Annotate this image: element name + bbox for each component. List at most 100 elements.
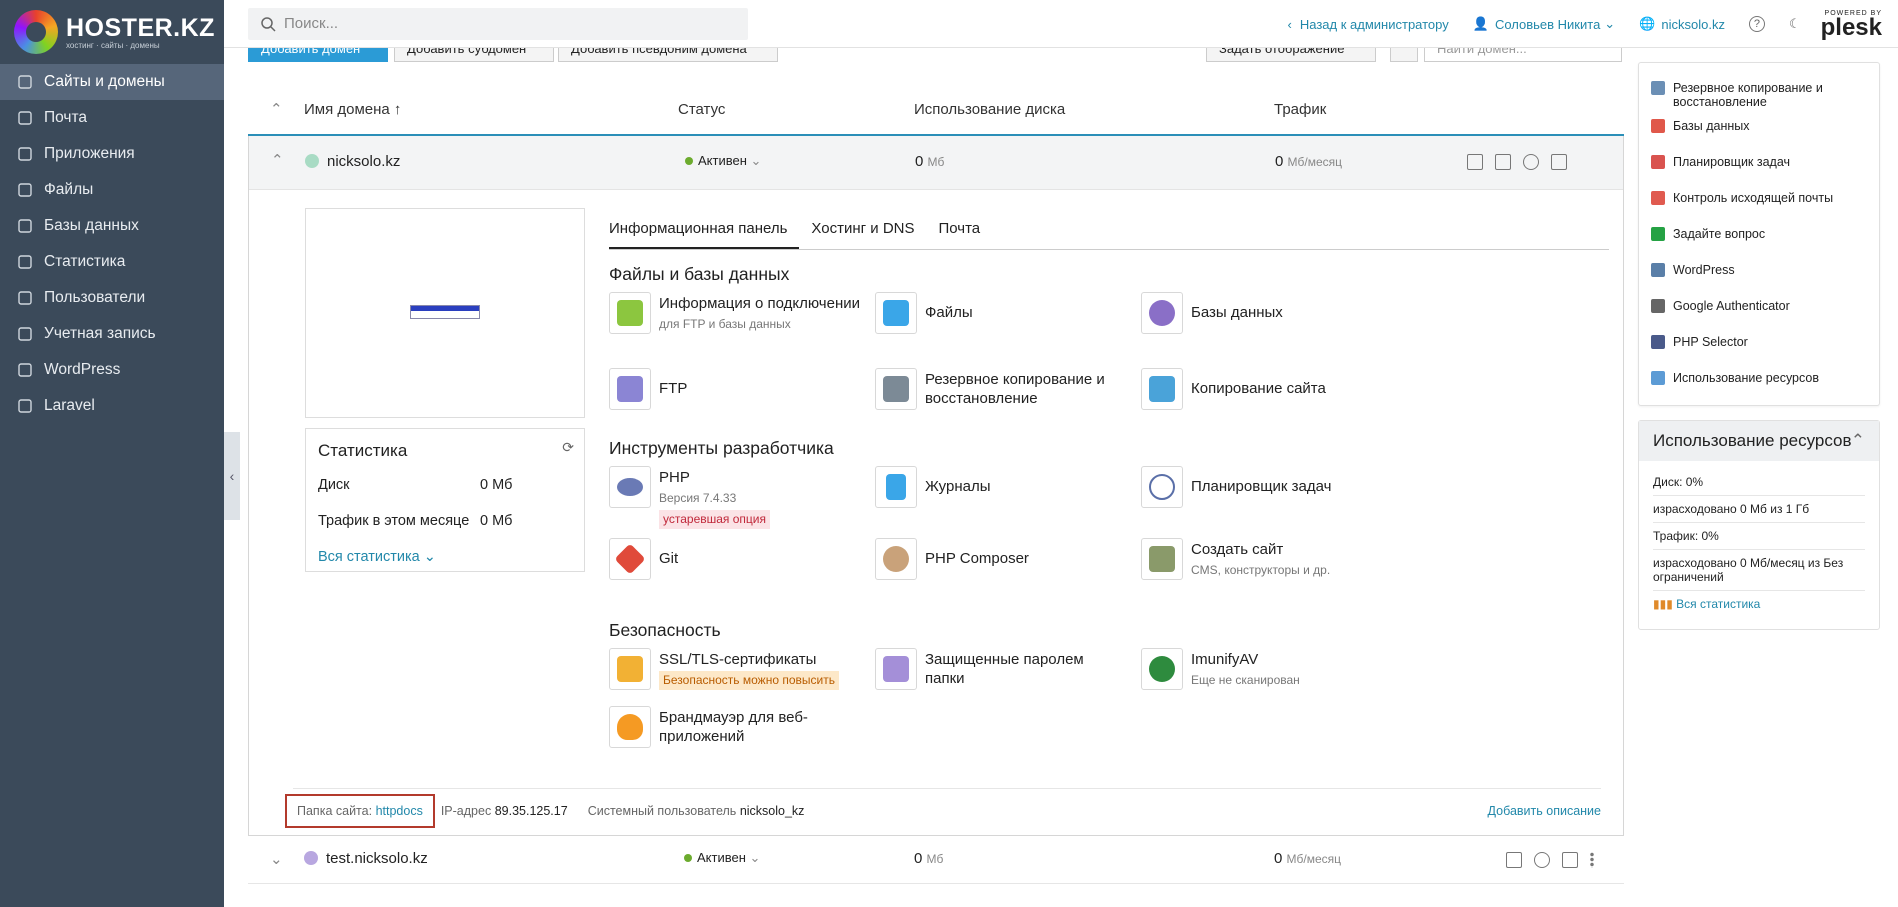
folder-icon[interactable]: [1467, 154, 1483, 170]
tool-backup[interactable]: Резервное копирование и восстановление: [875, 368, 1135, 410]
collapse-all-icon[interactable]: ⌃: [270, 100, 283, 118]
filter-button[interactable]: [1390, 48, 1418, 62]
settings-sliders-icon[interactable]: [1551, 154, 1567, 170]
database-icon: [1149, 300, 1175, 326]
view-mode-button[interactable]: Задать отображение: [1206, 48, 1376, 62]
quick-link[interactable]: WordPress: [1651, 253, 1867, 289]
sidebar-item[interactable]: WordPress: [0, 352, 224, 388]
table-row[interactable]: ⌃ nicksolo.kz Активен ⌄ 0 Мб 0 Мб/месяц: [249, 136, 1623, 190]
tab-mail[interactable]: Почта: [939, 214, 993, 249]
table-row[interactable]: ⌄ test.nicksolo.kz Активен ⌄ 0 Мб 0 Мб/м…: [248, 836, 1624, 884]
back-to-admin-link[interactable]: ‹ Назад к администратору: [1288, 17, 1449, 32]
tool-ftp[interactable]: FTP: [609, 368, 869, 410]
site-folder-link[interactable]: httpdocs: [376, 804, 423, 818]
quick-link[interactable]: Резервное копирование и восстановление: [1651, 71, 1867, 109]
all-stats-link[interactable]: Вся статистика ⌄: [318, 549, 436, 565]
add-subdomain-button[interactable]: Добавить субдомен: [394, 48, 554, 62]
tab-dashboard[interactable]: Информационная панель: [609, 214, 800, 249]
help-button[interactable]: ?: [1748, 16, 1765, 32]
site-preview[interactable]: [305, 208, 585, 418]
expand-row-icon[interactable]: ⌄: [270, 850, 283, 868]
site-favicon-icon: [305, 154, 319, 168]
sidebar-item[interactable]: Приложения: [0, 136, 224, 172]
domain-selector[interactable]: 🌐 nicksolo.kz: [1639, 16, 1725, 32]
sidebar-item[interactable]: Laravel: [0, 388, 224, 424]
tool-files[interactable]: Файлы: [875, 292, 1135, 334]
logo[interactable]: HOSTER.KZ хостинг · сайты · домены: [0, 0, 224, 64]
tool-connection-info[interactable]: Информация о подключении для FTP и базы д…: [609, 292, 869, 334]
col-disk-usage[interactable]: Использование диска: [914, 101, 1065, 118]
tool-protected-dirs[interactable]: Защищенные паролем папки: [875, 648, 1135, 690]
tool-scheduler-label: Планировщик задач: [1191, 478, 1332, 495]
globe-icon: 🌐: [1639, 16, 1656, 31]
refresh-icon[interactable]: ⟳: [562, 439, 574, 456]
quick-link[interactable]: Контроль исходящей почты: [1651, 181, 1867, 217]
tool-databases[interactable]: Базы данных: [1141, 292, 1401, 334]
sidebar-item[interactable]: Базы данных: [0, 208, 224, 244]
tab-hosting-dns[interactable]: Хостинг и DNS: [811, 214, 926, 249]
tool-git[interactable]: Git: [609, 538, 869, 580]
domain-name[interactable]: nicksolo.kz: [305, 153, 400, 170]
col-status[interactable]: Статус: [678, 101, 725, 118]
disk-usage: 0 Мб: [915, 153, 945, 170]
domain-name[interactable]: test.nicksolo.kz: [304, 850, 428, 867]
database-icon[interactable]: [1523, 154, 1539, 170]
sidebar-collapse-button[interactable]: ‹: [224, 432, 240, 520]
tool-site-copy[interactable]: Копирование сайта: [1141, 368, 1401, 410]
user-menu[interactable]: 👤 Соловьев Никита ⌄: [1473, 16, 1615, 32]
sidebar-item[interactable]: Сайты и домены: [0, 64, 224, 100]
quick-link[interactable]: Базы данных: [1651, 109, 1867, 145]
toolbar: Добавить домен Добавить субдомен Добавит…: [248, 48, 1624, 62]
sidebar: HOSTER.KZ хостинг · сайты · домены Сайты…: [0, 0, 224, 907]
create-site-icon: [1149, 546, 1175, 572]
usage-all-stats-link[interactable]: ▮▮▮ Вся статистика: [1653, 597, 1760, 611]
find-domain-input[interactable]: Найти домен...: [1424, 48, 1622, 62]
sidebar-item[interactable]: Пользователи: [0, 280, 224, 316]
sidebar-item-label: Почта: [44, 109, 88, 126]
sidebar-item[interactable]: Статистика: [0, 244, 224, 280]
mail-icon[interactable]: [1495, 154, 1511, 170]
sidebar-item-label: Пользователи: [44, 289, 146, 306]
settings-sliders-icon[interactable]: [1562, 852, 1578, 868]
quick-link[interactable]: Google Authenticator: [1651, 289, 1867, 325]
sidebar-item[interactable]: Учетная запись: [0, 316, 224, 352]
tool-php[interactable]: PHP Версия 7.4.33 устаревшая опция: [609, 466, 869, 529]
tool-imunify[interactable]: ImunifyAV Еще не сканирован: [1141, 648, 1401, 690]
traffic-usage: 0 Мб/месяц: [1274, 850, 1342, 867]
add-alias-button[interactable]: Добавить псевдоним домена: [558, 48, 778, 62]
quick-link[interactable]: Задайте вопрос: [1651, 217, 1867, 253]
copy-icon: [1149, 376, 1175, 402]
resource-usage-title[interactable]: Использование ресурсов ⌃: [1639, 421, 1879, 461]
add-description-link[interactable]: Добавить описание: [1488, 804, 1601, 818]
tool-composer[interactable]: PHP Composer: [875, 538, 1135, 580]
col-traffic[interactable]: Трафик: [1274, 101, 1326, 118]
tool-logs[interactable]: Журналы: [875, 466, 1135, 508]
theme-toggle-button[interactable]: ☾: [1789, 16, 1801, 32]
ip-address-info: IP-адрес 89.35.125.17: [440, 803, 568, 818]
quick-link[interactable]: Использование ресурсов: [1651, 361, 1867, 397]
sidebar-item[interactable]: Файлы: [0, 172, 224, 208]
system-user-info: Системный пользователь nicksolo_kz: [587, 803, 805, 818]
tool-ssl[interactable]: SSL/TLS-сертификаты Безопасность можно по…: [609, 648, 869, 690]
quick-link[interactable]: PHP Selector: [1651, 325, 1867, 361]
sidebar-item[interactable]: Почта: [0, 100, 224, 136]
mail-icon[interactable]: [1506, 852, 1522, 868]
tool-scheduler[interactable]: Планировщик задач: [1141, 466, 1401, 508]
collapse-row-icon[interactable]: ⌃: [271, 151, 284, 169]
database-icon[interactable]: [1534, 852, 1550, 868]
tool-firewall-label: Брандмауэр для веб-приложений: [659, 709, 808, 745]
more-vertical-icon[interactable]: [1590, 852, 1594, 868]
tool-firewall[interactable]: Брандмауэр для веб-приложений: [609, 706, 869, 748]
status-badge[interactable]: Активен ⌄: [685, 153, 761, 169]
search-input[interactable]: Поиск...: [248, 7, 748, 40]
sidebar-item-label: Сайты и домены: [44, 73, 165, 90]
status-badge[interactable]: Активен ⌄: [684, 850, 760, 866]
git-icon: [614, 543, 646, 575]
tool-files-label: Файлы: [925, 304, 973, 321]
add-domain-button[interactable]: Добавить домен: [248, 48, 388, 62]
col-domain-name[interactable]: Имя домена ↑: [304, 101, 401, 118]
monitor-icon: [16, 73, 34, 91]
stat-disk-label: Диск: [318, 477, 350, 493]
quick-link[interactable]: Планировщик задач: [1651, 145, 1867, 181]
tool-create-site[interactable]: Создать сайт CMS, конструкторы и др.: [1141, 538, 1401, 580]
